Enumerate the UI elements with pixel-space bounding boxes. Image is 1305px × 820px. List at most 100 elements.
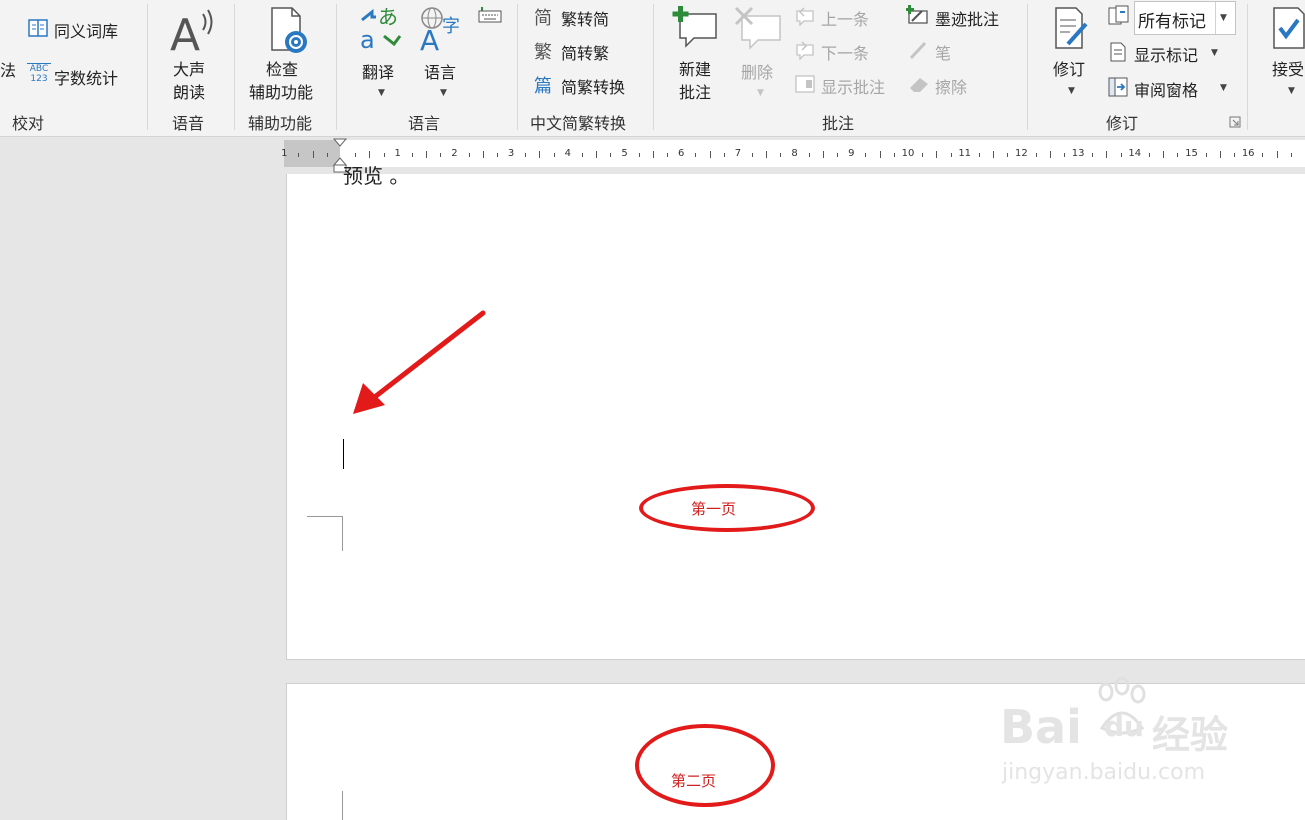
show-markup-icon — [1110, 42, 1126, 62]
margin-corner-mark — [342, 791, 343, 820]
language-icon: A 字 — [420, 7, 460, 52]
ruler-tick — [1163, 151, 1164, 158]
reviewing-pane-icon — [1108, 77, 1128, 97]
translate-button[interactable]: あ a 翻译 ▼ — [356, 4, 406, 104]
accept-label: 接受 — [1272, 60, 1305, 79]
ruler-number: 4 — [564, 148, 571, 159]
ruler-number: 1 — [394, 148, 401, 159]
simplified-to-traditional-icon: 繁 — [534, 42, 552, 63]
dialog-launcher-icon[interactable] — [1229, 116, 1241, 128]
thesaurus-label: 同义词库 — [54, 22, 119, 41]
ruler-tick — [1206, 153, 1207, 157]
pen-button[interactable]: 笔 — [906, 38, 986, 64]
ruler-tick — [865, 153, 866, 157]
ruler-tick — [936, 151, 937, 158]
horizontal-ruler[interactable]: 1 1 2 3 4 5 6 7 8 9 10 11 12 13 14 15 16 — [0, 137, 1305, 174]
traditional-to-simplified-icon: 简 — [534, 8, 552, 29]
ruler-number: 10 — [901, 148, 915, 159]
ruler-tick — [610, 153, 611, 157]
review-ribbon: 法 同义词库 ABC 123 字数统计 校对 A 大声 朗读 语音 检查 辅助功… — [0, 0, 1305, 137]
ruler-tick — [894, 153, 895, 157]
proofing-group-label: 校对 — [12, 114, 45, 133]
eraser-label: 擦除 — [935, 78, 968, 97]
new-comment-label-2: 批注 — [679, 83, 712, 102]
simplified-to-traditional-button[interactable]: 繁 简转繁 — [532, 38, 642, 64]
thesaurus-button[interactable]: 同义词库 — [26, 16, 136, 42]
eraser-button[interactable]: 擦除 — [906, 72, 986, 98]
ink-comment-icon — [906, 5, 928, 24]
new-comment-label-1: 新建 — [679, 60, 712, 79]
ruler-tick — [1234, 153, 1235, 157]
svg-text:あ: あ — [378, 6, 398, 29]
abc-123-icon: ABC 123 — [27, 63, 51, 88]
ink-comment-button[interactable]: 墨迹批注 — [906, 4, 1018, 30]
word-count-label: 字数统计 — [54, 69, 119, 88]
previous-comment-label: 上一条 — [821, 10, 870, 29]
markup-select[interactable]: 所有标记 ▼ — [1134, 1, 1236, 35]
track-changes-button[interactable]: 修订 ▼ — [1046, 4, 1096, 104]
track-changes-label: 修订 — [1053, 60, 1086, 79]
simplified-to-traditional-label: 简转繁 — [561, 44, 610, 63]
margin-corner-mark — [307, 516, 343, 517]
ruler-tick — [355, 153, 356, 157]
speech-group-label: 语音 — [172, 114, 205, 133]
accept-button[interactable]: 接受 ▼ — [1264, 4, 1305, 104]
ruler-number: 6 — [678, 148, 685, 159]
read-aloud-label-1: 大声 — [173, 60, 206, 79]
traditional-to-simplified-label: 繁转简 — [561, 10, 610, 29]
ruler-tick — [554, 153, 555, 157]
ruler-tick — [780, 153, 781, 157]
delete-comment-icon — [734, 6, 781, 50]
group-separator — [653, 4, 654, 130]
next-comment-label: 下一条 — [821, 44, 870, 63]
markup-select-value: 所有标记 — [1138, 12, 1206, 32]
language-button[interactable]: A 字 语言 ▼ — [416, 4, 468, 104]
page-2-label: 第二页 — [671, 772, 717, 790]
ruler-tick — [1064, 153, 1065, 157]
previous-comment-button[interactable]: 上一条 — [794, 4, 894, 30]
tracking-group-label: 修订 — [1106, 114, 1139, 133]
show-comments-button[interactable]: 显示批注 — [794, 72, 904, 98]
ruler-tick — [327, 153, 328, 157]
spelling-button-partial[interactable]: 法 — [0, 57, 16, 81]
new-comment-button[interactable]: 新建 批注 — [668, 4, 726, 104]
word-count-button[interactable]: ABC 123 字数统计 — [26, 62, 136, 90]
show-markup-button[interactable]: 显示标记 ▼ — [1107, 39, 1227, 65]
watermark-brand: Bai — [1000, 700, 1082, 754]
translate-label: 翻译 — [362, 63, 395, 82]
ruler-tick — [412, 153, 413, 157]
chevron-down-icon: ▼ — [1068, 86, 1075, 96]
ruler-number: 2 — [451, 148, 458, 159]
partial-text-line: 预览 。 — [343, 164, 410, 188]
svg-text:A: A — [170, 10, 200, 56]
ruler-number: 9 — [848, 148, 855, 159]
conversion-button[interactable]: 篇 简繁转换 — [532, 72, 652, 98]
ruler-tick — [653, 151, 654, 158]
watermark-brand-tail: du — [1104, 710, 1144, 743]
check-accessibility-button[interactable]: 检查 辅助功能 — [246, 4, 326, 104]
show-comments-label: 显示批注 — [821, 78, 886, 97]
chinese-conversion-group-label: 中文简繁转换 — [530, 114, 627, 133]
ruler-tick — [1092, 153, 1093, 157]
keyboard-icon[interactable] — [478, 6, 502, 24]
reviewing-pane-button[interactable]: 审阅窗格 ▼ — [1107, 74, 1233, 100]
watermark-url: jingyan.baidu.com — [1002, 760, 1206, 785]
ruler-tick — [837, 153, 838, 157]
ruler-tick — [1036, 153, 1037, 157]
previous-comment-icon — [796, 7, 814, 26]
chevron-down-icon: ▼ — [757, 88, 764, 98]
read-aloud-button[interactable]: A 大声 朗读 — [160, 4, 224, 104]
ruler-tick — [979, 153, 980, 157]
ruler-tick — [710, 151, 711, 158]
chevron-down-icon: ▼ — [1288, 86, 1295, 96]
ruler-tick — [951, 153, 952, 157]
ruler-tick — [823, 151, 824, 158]
new-comment-icon — [672, 6, 717, 48]
ruler-tick — [880, 151, 881, 158]
select-divider — [1215, 2, 1216, 34]
delete-comment-button[interactable]: 删除 ▼ — [732, 4, 786, 104]
traditional-to-simplified-button[interactable]: 简 繁转简 — [532, 4, 642, 30]
next-comment-button[interactable]: 下一条 — [794, 38, 894, 64]
group-separator — [147, 4, 148, 130]
ruler-number: 5 — [621, 148, 628, 159]
